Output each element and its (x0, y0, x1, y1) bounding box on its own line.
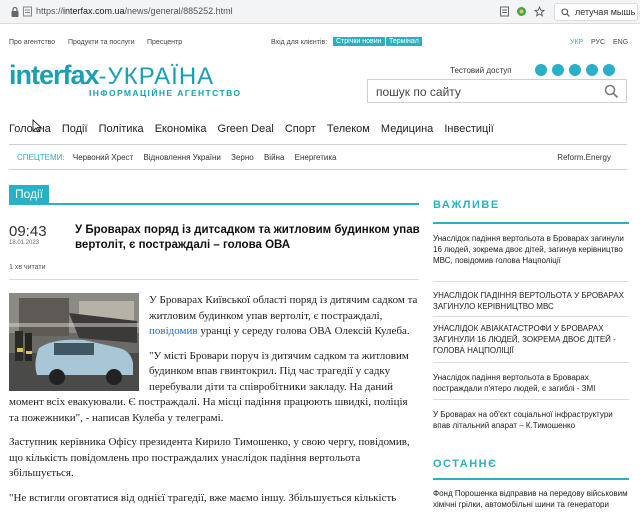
url-path: /news/general/885252.html (124, 6, 233, 16)
twitter-icon[interactable] (552, 64, 564, 76)
divider (433, 222, 629, 224)
site-search-placeholder: пошук по сайту (376, 85, 461, 99)
rss-icon[interactable] (603, 64, 615, 76)
extension-icon[interactable] (516, 6, 527, 17)
divider (9, 279, 419, 280)
divider (433, 478, 629, 480)
site-search-input[interactable]: пошук по сайту (367, 79, 627, 103)
divider (433, 362, 629, 363)
telegram-icon[interactable] (586, 64, 598, 76)
nav-item[interactable]: Спорт (285, 123, 316, 135)
special-topic[interactable]: Війна (264, 153, 284, 162)
lang-eng[interactable]: ENG (613, 39, 628, 46)
nav-item[interactable]: Медицина (381, 123, 433, 135)
bookmark-star-icon[interactable] (534, 6, 545, 17)
search-icon (561, 8, 570, 17)
browser-toolbar: https://interfax.com.ua/news/general/885… (0, 0, 640, 24)
important-item[interactable]: УНАСЛІДОК ПАДІННЯ ВЕРТОЛЬОТА У БРОВАРАХ … (433, 290, 629, 312)
special-topic[interactable]: Червоний Хрест (73, 153, 133, 162)
facebook-icon[interactable] (535, 64, 547, 76)
article-body: У Броварах Київської області поряд із ди… (9, 293, 419, 515)
special-topic[interactable]: Відновлення України (143, 153, 220, 162)
logo-brand: interfax (9, 60, 100, 90)
terminal-button[interactable]: Термінал (386, 37, 422, 46)
reform-energy-link[interactable]: Reform.Energy (557, 153, 611, 162)
nav-item[interactable]: Телеком (327, 123, 370, 135)
test-access-link[interactable]: Тестовий доступ (450, 66, 512, 75)
divider (433, 281, 629, 282)
article-title: У Броварах поряд із дитсадком та житлови… (75, 224, 420, 251)
lang-ukr[interactable]: УКР (570, 39, 583, 46)
nav-item[interactable]: Події (62, 123, 88, 135)
article-time: 09:43 (9, 223, 47, 240)
special-topics-bar: СПЕЦТЕМИ: Червоний Хрест Відновлення Укр… (9, 144, 627, 170)
important-item[interactable]: Унаслідок падіння вертольота в Броварах … (433, 372, 629, 394)
link-press[interactable]: Пресцентр (147, 39, 182, 46)
source-link[interactable]: повідомив (149, 325, 198, 337)
news-feed-button[interactable]: Стрічки новин (333, 37, 385, 46)
link-about[interactable]: Про агентство (9, 39, 55, 46)
nav-item[interactable]: Інвестиції (444, 123, 493, 135)
special-topic[interactable]: Енергетика (295, 153, 337, 162)
url-prefix: https:// (36, 6, 64, 16)
paragraph: "Не встигли оговтатися від однієї трагед… (9, 491, 397, 504)
important-heading: ВАЖЛИВЕ (433, 199, 500, 211)
utility-bar: Про агентство Продукти та послуги Пресце… (0, 37, 640, 49)
lock-icon (11, 6, 19, 17)
nav-item[interactable]: Green Deal (218, 123, 274, 135)
url-host: interfax.com.ua (63, 6, 125, 16)
logo-suffix: -УКРАЇНА (98, 63, 215, 90)
logo-tagline: ІНФОРМАЦІЙНЕ АГЕНТСТВО (89, 88, 242, 98)
latest-heading: ОСТАННЄ (433, 458, 498, 470)
latest-item[interactable]: Фонд Порошенка відправив на передову вій… (433, 488, 629, 510)
login-label: Вхід для клієнтів: (271, 39, 328, 46)
browser-search-input[interactable]: летучая мышь (554, 3, 638, 21)
special-topic[interactable]: Зерно (231, 153, 254, 162)
search-icon[interactable] (604, 84, 619, 99)
address-bar[interactable]: https://interfax.com.ua/news/general/885… (36, 6, 233, 16)
site-logo[interactable]: interfax-УКРАЇНА ІНФОРМАЦІЙНЕ АГЕНТСТВО (9, 60, 242, 105)
nav-item[interactable]: Головна (9, 123, 51, 135)
page-info-icon[interactable] (22, 6, 33, 17)
read-time: 1 хв читати (9, 264, 46, 271)
important-item[interactable]: УНАСЛІДОК АВІАКАТАСТРОФИ У БРОВАРАХ ЗАГИ… (433, 323, 629, 356)
article-photo[interactable] (9, 293, 139, 391)
mouse-cursor-icon (32, 119, 42, 133)
divider (433, 316, 629, 317)
article-date: 18.01.2023 (9, 240, 40, 246)
nav-item[interactable]: Політика (99, 123, 144, 135)
paragraph: Заступник керівника Офісу президента Кир… (9, 436, 410, 479)
helicopter-crash-photo (9, 293, 139, 391)
special-topics-label: СПЕЦТЕМИ: (17, 153, 65, 162)
divider (433, 399, 629, 400)
category-badge[interactable]: Події (9, 185, 50, 204)
browser-search-text: летучая мышь (575, 7, 636, 17)
lang-rus[interactable]: РУС (591, 39, 605, 46)
link-products[interactable]: Продукти та послуги (68, 39, 135, 46)
important-item[interactable]: Унаслідок падіння вертольота в Броварах … (433, 233, 629, 266)
main-nav: Головна Події Політика Економіка Green D… (9, 123, 502, 135)
nav-item[interactable]: Економіка (155, 123, 207, 135)
youtube-icon[interactable] (569, 64, 581, 76)
important-item[interactable]: У Броварах на об'єкт соціальної інфрастр… (433, 409, 629, 431)
divider (9, 203, 419, 205)
reader-view-icon[interactable] (499, 6, 510, 17)
